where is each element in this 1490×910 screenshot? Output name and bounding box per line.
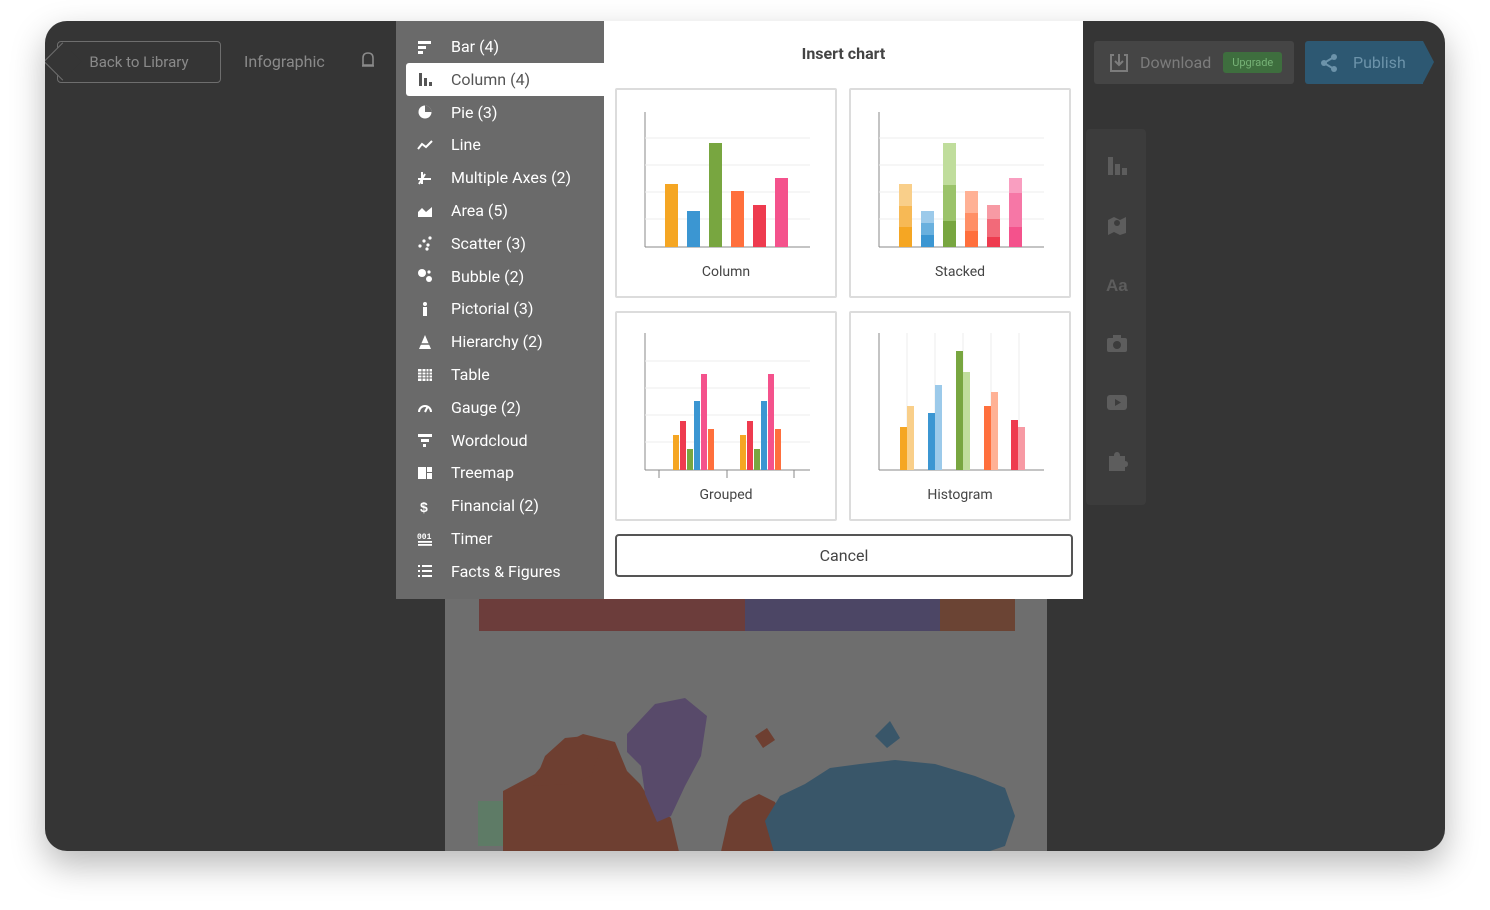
publish-button[interactable]: Publish (1305, 41, 1434, 84)
back-to-library-button[interactable]: Back to Library (57, 41, 221, 83)
menu-item-area-chart[interactable]: Area (5) (406, 194, 604, 227)
histogram-thumbnail (878, 333, 1044, 471)
menu-item-table[interactable]: Table (406, 358, 604, 391)
upgrade-badge[interactable]: Upgrade (1223, 52, 1283, 73)
bubble-chart-icon (418, 269, 432, 283)
text-icon[interactable]: Aa (1106, 273, 1128, 295)
menu-item-hierarchy[interactable]: Hierarchy (2) (406, 325, 604, 358)
camera-icon[interactable] (1106, 332, 1128, 354)
menu-item-multiple-axes[interactable]: Multiple Axes (2) (406, 161, 604, 194)
world-map (478, 698, 1015, 851)
menu-item-label: Table (451, 365, 490, 384)
menu-item-treemap[interactable]: Treemap (406, 456, 604, 489)
column-chart-icon (419, 73, 432, 87)
chart-option-grouped[interactable]: Grouped (615, 311, 837, 521)
multiple-axes-icon (418, 171, 431, 185)
menu-item-label: Facts & Figures (451, 561, 561, 581)
menu-item-bar-chart[interactable]: Bar (4) (406, 30, 604, 63)
chart-option-label: Stacked (934, 264, 986, 280)
video-icon[interactable] (1106, 391, 1128, 413)
menu-item-label: Wordcloud (451, 430, 528, 450)
svg-text:001: 001 (417, 533, 432, 542)
area-chart-icon (418, 206, 432, 217)
pictorial-icon (423, 301, 427, 316)
svg-text:$: $ (420, 499, 428, 514)
publish-label: Publish (1353, 53, 1406, 72)
menu-item-label: Bar (4) (451, 37, 500, 56)
menu-item-label: Bubble (2) (451, 266, 525, 286)
line-chart-icon (417, 140, 433, 150)
dialog-title: Insert chart (801, 44, 886, 63)
gauge-icon (418, 405, 432, 413)
map-icon[interactable] (1106, 214, 1128, 236)
wordcloud-icon (418, 434, 432, 448)
menu-item-pie-chart[interactable]: Pie (3) (406, 96, 604, 129)
bar-chart-icon (418, 40, 431, 54)
menu-item-label: Line (451, 135, 481, 155)
right-toolbar: Aa (1086, 129, 1146, 505)
hierarchy-icon (419, 334, 431, 349)
chart-option-histogram[interactable]: Histogram (849, 311, 1071, 521)
menu-item-label: Gauge (2) (451, 397, 521, 417)
bell-icon[interactable] (361, 52, 375, 70)
menu-item-label: Multiple Axes (2) (451, 168, 572, 188)
project-title[interactable]: Infographic (244, 52, 325, 71)
treemap-block (479, 599, 745, 631)
column-thumbnail (644, 112, 810, 248)
menu-item-timer[interactable]: 001 Timer (406, 522, 604, 555)
treemap-block (745, 599, 940, 631)
menu-item-label: Treemap (451, 463, 514, 483)
menu-item-column-chart[interactable]: Column (4) (406, 62, 604, 96)
menu-item-label: Financial (2) (451, 496, 539, 516)
chart-option-stacked[interactable]: Stacked (849, 88, 1071, 298)
treemap-icon (418, 466, 432, 479)
stacked-thumbnail (878, 112, 1044, 248)
facts-figures-icon (418, 565, 432, 578)
menu-item-label: Timer (451, 529, 493, 548)
chart-option-column[interactable]: Column (615, 88, 837, 298)
menu-item-line-chart[interactable]: Line (406, 128, 604, 161)
infographic-canvas[interactable] (445, 581, 1047, 851)
menu-item-financial[interactable]: $ Financial (2) (406, 489, 604, 522)
scatter-chart-icon (418, 236, 432, 251)
charts-icon[interactable] (1106, 155, 1128, 177)
puzzle-icon[interactable] (1106, 450, 1128, 472)
pie-chart-icon (418, 105, 432, 119)
download-button[interactable]: Download Upgrade (1094, 41, 1294, 84)
menu-item-label: Pictorial (3) (451, 299, 534, 319)
download-label: Download (1140, 53, 1212, 72)
share-icon (1321, 53, 1337, 72)
chart-option-label: Histogram (927, 487, 993, 503)
back-label: Back to Library (89, 53, 189, 71)
cancel-label: Cancel (819, 546, 869, 565)
menu-item-label: Scatter (3) (451, 233, 526, 253)
menu-item-label: Area (5) (451, 201, 508, 220)
treemap-block (940, 599, 1015, 631)
grouped-thumbnail (644, 333, 810, 478)
timer-icon: 001 (417, 533, 432, 546)
menu-item-label: Pie (3) (451, 102, 498, 122)
chart-option-label: Grouped (699, 487, 753, 503)
download-icon (1110, 53, 1128, 72)
chart-type-menu: Bar (4) Column (4) Pie (3) Line Multiple Axe… (396, 21, 604, 599)
chart-option-label: Column (701, 264, 751, 280)
menu-item-wordcloud[interactable]: Wordcloud (406, 424, 604, 457)
menu-item-bubble-chart[interactable]: Bubble (2) (406, 260, 604, 293)
menu-item-gauge[interactable]: Gauge (2) (406, 391, 604, 424)
financial-icon: $ (420, 499, 428, 514)
menu-item-pictorial[interactable]: Pictorial (3) (406, 292, 604, 325)
menu-item-label: Column (4) (451, 69, 531, 89)
insert-chart-dialog: Insert chart Column Stacked Grouped Hist… (604, 21, 1083, 599)
menu-item-label: Hierarchy (2) (451, 332, 543, 352)
table-icon (418, 368, 432, 381)
cancel-button[interactable]: Cancel (615, 534, 1073, 577)
menu-item-facts-figures[interactable]: Facts & Figures (406, 555, 604, 588)
svg-text:Aa: Aa (1106, 276, 1128, 295)
menu-item-scatter-chart[interactable]: Scatter (3) (406, 227, 604, 260)
